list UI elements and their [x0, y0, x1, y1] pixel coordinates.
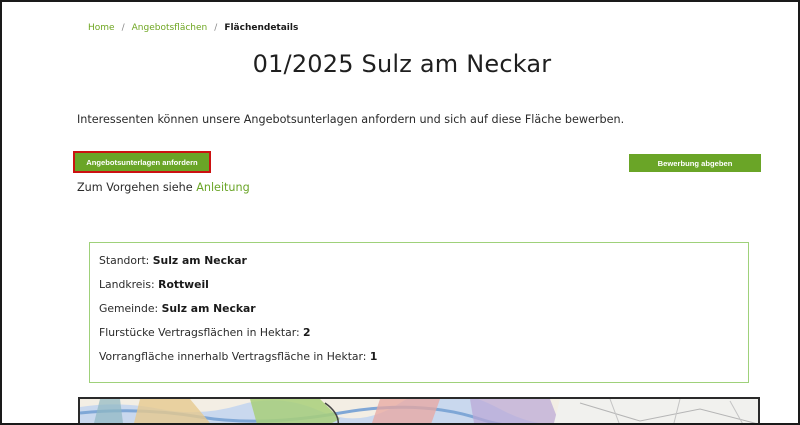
breadcrumb: Home / Angebotsflächen / Flächendetails [88, 23, 298, 33]
detail-value: Sulz am Neckar [152, 254, 247, 267]
site-details-box: Standort: Sulz am Neckar Landkreis: Rott… [89, 242, 749, 383]
detail-label: Flurstücke Vertragsflächen in Hektar: [99, 326, 304, 339]
breadcrumb-separator: / [214, 23, 218, 33]
detail-label: Vorrangfläche innerhalb Vertragsfläche i… [99, 350, 370, 363]
detail-label: Landkreis: [99, 278, 159, 291]
breadcrumb-offers-link[interactable]: Angebotsflächen [132, 23, 208, 33]
detail-municipality: Gemeinde: Sulz am Neckar [99, 302, 256, 315]
intro-text: Interessenten können unsere Angebotsunte… [77, 113, 625, 126]
site-map-image [78, 397, 760, 423]
map-graphic [80, 399, 758, 423]
breadcrumb-separator: / [121, 23, 125, 33]
page-title: 01/2025 Sulz am Neckar [252, 50, 552, 78]
detail-location: Standort: Sulz am Neckar [99, 254, 247, 267]
detail-value: 1 [369, 350, 378, 363]
detail-value: Rottweil [158, 278, 209, 291]
breadcrumb-current: Flächendetails [224, 23, 299, 33]
request-documents-button[interactable]: Angebotsunterlagen anfordern [73, 151, 211, 173]
submit-application-button[interactable]: Bewerbung abgeben [629, 154, 761, 172]
instructions-link[interactable]: Anleitung [196, 181, 250, 194]
procedure-label: Zum Vorgehen siehe [77, 181, 197, 194]
breadcrumb-home-link[interactable]: Home [88, 23, 115, 33]
detail-value: 2 [303, 326, 311, 339]
detail-label: Standort: [99, 254, 153, 267]
detail-priority-area: Vorrangfläche innerhalb Vertragsfläche i… [99, 350, 377, 363]
detail-district: Landkreis: Rottweil [99, 278, 209, 291]
detail-label: Gemeinde: [99, 302, 162, 315]
detail-value: Sulz am Neckar [161, 302, 256, 315]
browser-page: Home / Angebotsflächen / Flächendetails … [0, 0, 800, 425]
procedure-text: Zum Vorgehen siehe Anleitung [77, 181, 250, 194]
detail-contract-area: Flurstücke Vertragsflächen in Hektar: 2 [99, 326, 311, 339]
